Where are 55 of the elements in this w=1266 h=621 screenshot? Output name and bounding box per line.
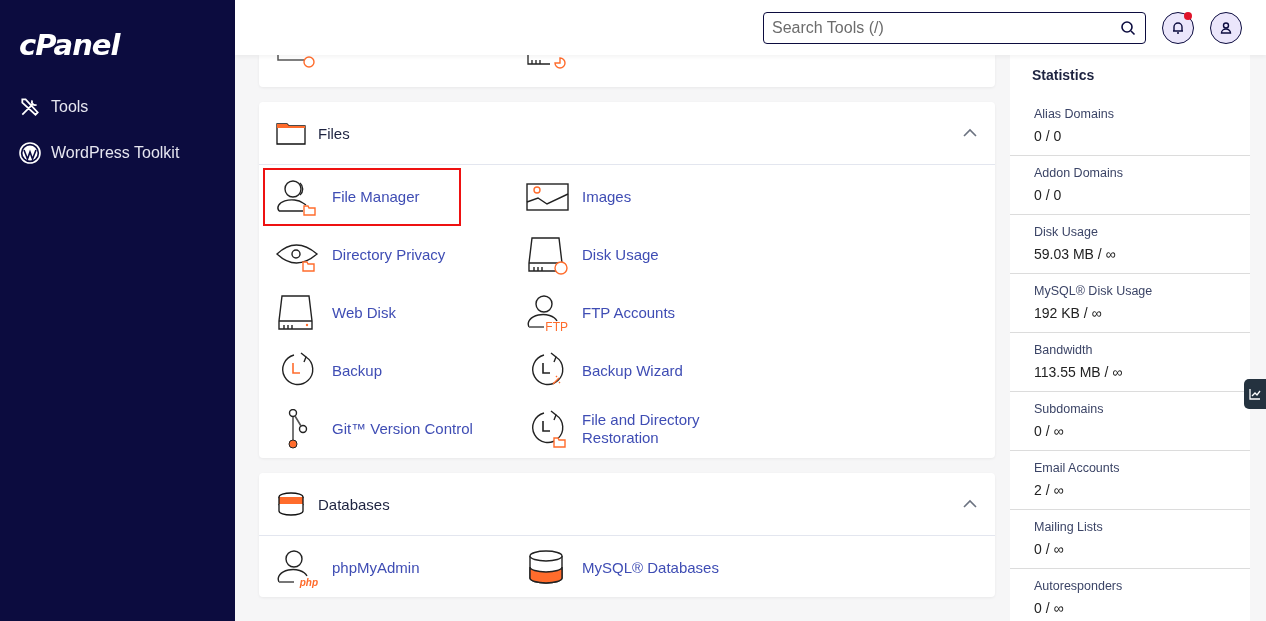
stat-value: 2 / ∞ xyxy=(1034,481,1065,500)
user-button[interactable] xyxy=(1210,11,1242,44)
stat-value: 0 / 0 xyxy=(1034,127,1063,146)
notifications-button[interactable] xyxy=(1162,11,1194,44)
stat-label: Disk Usage xyxy=(1034,224,1099,241)
stat-label: Addon Domains xyxy=(1034,165,1124,182)
tool-link[interactable]: FTP FTP Accounts xyxy=(513,284,763,342)
stat-label: Mailing Lists xyxy=(1034,519,1104,536)
section-title: Databases xyxy=(318,495,390,513)
tool-link[interactable]: File Manager xyxy=(263,168,461,226)
stat-value: 0 / 0 xyxy=(1034,186,1063,205)
logo[interactable]: cPanel xyxy=(19,28,120,62)
stat-label: Email Accounts xyxy=(1034,460,1121,477)
nav-item[interactable]: WordPress Toolkit xyxy=(19,130,180,176)
tool-link[interactable]: php phpMyAdmin xyxy=(263,539,513,597)
stat-value: 0 / ∞ xyxy=(1034,599,1065,618)
database-icon xyxy=(276,492,306,516)
search-icon[interactable] xyxy=(1120,19,1136,36)
chevron-icon[interactable] xyxy=(963,128,977,138)
chart-icon xyxy=(1249,388,1261,400)
stat-value: 0 / ∞ xyxy=(1034,540,1065,559)
tool-link[interactable]: Directory Privacy xyxy=(263,226,513,284)
stat-value: 113.55 MB / ∞ xyxy=(1034,363,1124,382)
stat-value: 59.03 MB / ∞ xyxy=(1034,245,1117,264)
tool-link[interactable]: Backup Wizard xyxy=(513,342,763,400)
tool-link[interactable]: Backup xyxy=(263,342,513,400)
tool-link[interactable]: File and Directory Restoration xyxy=(513,400,763,458)
section-title: Files xyxy=(318,124,350,142)
section-header[interactable]: Files xyxy=(259,102,995,165)
wordpress-icon xyxy=(19,142,41,164)
tools-icon xyxy=(19,96,41,118)
chart-tab-button[interactable] xyxy=(1244,379,1266,409)
stat-label: Alias Domains xyxy=(1034,106,1115,123)
nav-item[interactable]: Tools xyxy=(19,84,89,130)
panel-title: Statistics xyxy=(1031,67,1096,85)
tool-link[interactable]: Images xyxy=(513,168,763,226)
stat-label: Bandwidth xyxy=(1034,342,1094,359)
tool-link[interactable]: Web Disk xyxy=(263,284,513,342)
branch-icon xyxy=(288,409,308,449)
stat-label: Subdomains xyxy=(1034,401,1105,418)
stat-value: 0 / ∞ xyxy=(1034,422,1065,441)
stat-label: MySQL® Disk Usage xyxy=(1034,283,1154,300)
chevron-icon[interactable] xyxy=(963,499,977,509)
search-field[interactable]: Search Tools (/) xyxy=(763,11,1146,44)
user-icon xyxy=(1218,19,1234,36)
bell-icon xyxy=(1170,19,1186,36)
tool-link[interactable]: Git™ Version Control xyxy=(263,400,513,458)
stat-value: 192 KB / ∞ xyxy=(1034,304,1103,323)
disk-chart-icon xyxy=(526,55,566,69)
stat-label: Autoresponders xyxy=(1034,578,1124,595)
folder-icon xyxy=(276,121,306,145)
section-header[interactable]: Databases xyxy=(259,473,995,536)
tool-link[interactable]: Disk Usage xyxy=(513,226,763,284)
tool-link[interactable]: MySQL® Databases xyxy=(513,539,763,597)
disk-chart-icon xyxy=(526,235,570,275)
